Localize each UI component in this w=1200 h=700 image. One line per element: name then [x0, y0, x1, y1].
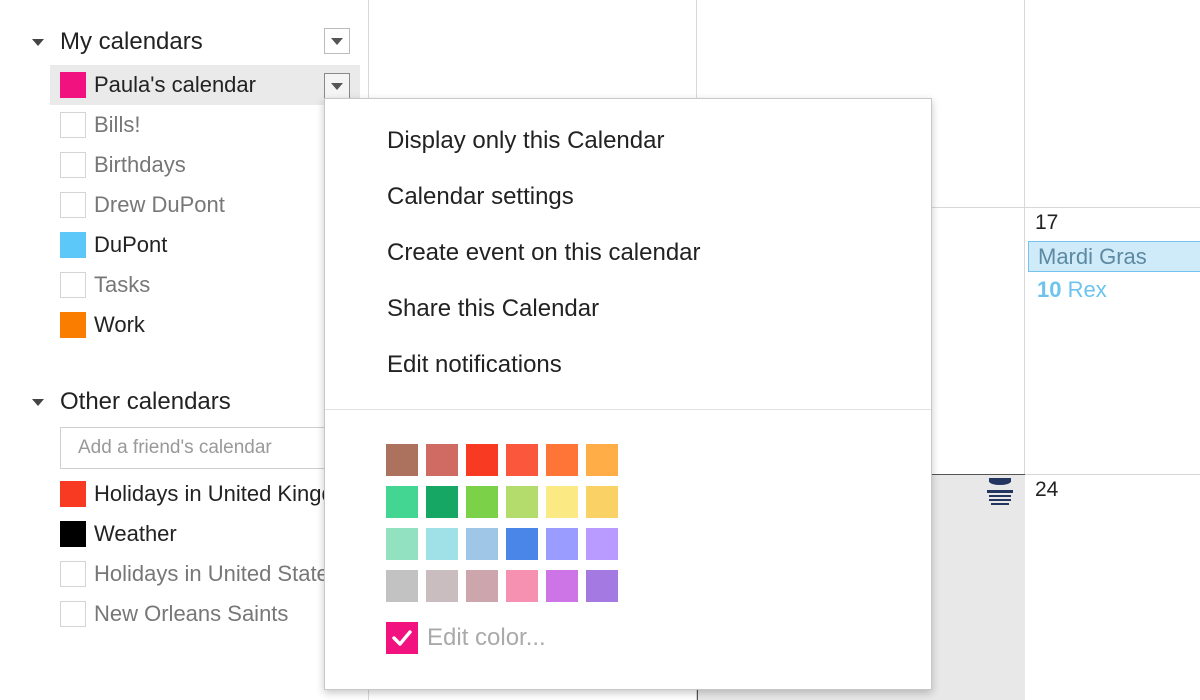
collapse-caret-icon [32, 38, 44, 46]
calendar-item-drew-dupont[interactable]: Drew DuPont [50, 185, 360, 225]
day-number-17[interactable]: 17 [1035, 211, 1058, 235]
add-friend-calendar-input[interactable] [60, 427, 330, 469]
collapse-caret-icon [32, 398, 44, 406]
event-title: Rex [1067, 277, 1107, 302]
calendar-color-swatch[interactable] [60, 72, 86, 98]
my-calendars-menu-button[interactable] [324, 28, 350, 54]
calendar-label: Paula's calendar [94, 72, 256, 97]
dropdown-arrow-icon [331, 37, 343, 45]
calendar-label: Work [94, 312, 145, 337]
color-swatch-option[interactable] [546, 528, 578, 560]
color-swatch-option[interactable] [426, 528, 458, 560]
color-swatch-option[interactable] [546, 444, 578, 476]
calendar-label: DuPont [94, 232, 168, 257]
palette-row [386, 570, 626, 602]
menu-item-create-event[interactable]: Create event on this calendar [387, 239, 701, 267]
day-number-24[interactable]: 24 [1035, 478, 1058, 502]
calendar-item-bills[interactable]: Bills! [50, 105, 360, 145]
calendar-options-button[interactable] [324, 73, 350, 99]
color-swatch-option[interactable] [546, 570, 578, 602]
palette-row [386, 486, 626, 518]
color-palette [386, 444, 626, 612]
menu-item-edit-notifications[interactable]: Edit notifications [387, 351, 562, 379]
other-calendars-toggle[interactable]: Other calendars [32, 388, 231, 416]
color-swatch-option[interactable] [546, 486, 578, 518]
other-calendars-title: Other calendars [60, 388, 231, 415]
calendar-label: Weather [94, 521, 177, 546]
color-swatch-option[interactable] [386, 570, 418, 602]
color-swatch-option[interactable] [466, 486, 498, 518]
event-mardi-gras[interactable]: Mardi Gras [1028, 241, 1200, 272]
edit-color-label: Edit color... [427, 624, 546, 651]
other-calendars-list: Holidays in United Kingdom Weather Holid… [50, 474, 330, 634]
calendar-checkbox[interactable] [60, 561, 86, 587]
color-swatch-option[interactable] [586, 570, 618, 602]
calendar-item-work[interactable]: Work [50, 305, 360, 345]
event-rex[interactable]: 10 Rex [1037, 277, 1107, 303]
calendar-item-new-orleans-saints[interactable]: New Orleans Saints [50, 594, 330, 634]
color-swatch-option[interactable] [386, 444, 418, 476]
palette-row [386, 444, 626, 476]
color-swatch-option[interactable] [386, 486, 418, 518]
calendar-app: 17 24 Mardi Gras 10 Rex My calendars Pau… [0, 0, 1200, 700]
color-swatch-option[interactable] [506, 444, 538, 476]
calendar-item-holidays-us[interactable]: Holidays in United States [50, 554, 330, 594]
color-swatch-option[interactable] [386, 528, 418, 560]
calendar-label: Tasks [94, 272, 151, 297]
calendar-item-birthdays[interactable]: Birthdays [50, 145, 360, 185]
calendar-label: Drew DuPont [94, 192, 225, 217]
calendar-label: Bills! [94, 112, 141, 137]
calendar-checkbox[interactable] [60, 272, 86, 298]
saints-team-icon [987, 478, 1013, 505]
menu-divider [325, 409, 931, 410]
edit-color-option[interactable]: Edit color... [386, 622, 546, 654]
calendar-item-holidays-uk[interactable]: Holidays in United Kingdom [50, 474, 330, 514]
my-calendars-toggle[interactable]: My calendars [32, 28, 203, 56]
palette-row [386, 528, 626, 560]
menu-item-calendar-settings[interactable]: Calendar settings [387, 183, 574, 211]
menu-item-share-calendar[interactable]: Share this Calendar [387, 295, 599, 323]
calendar-item-tasks[interactable]: Tasks [50, 265, 360, 305]
calendar-item-dupont[interactable]: DuPont [50, 225, 360, 265]
color-swatch-option[interactable] [506, 528, 538, 560]
calendar-label: Holidays in United States [94, 561, 330, 586]
calendar-context-menu: Display only this Calendar Calendar sett… [324, 98, 932, 690]
checkmark-icon [392, 630, 412, 646]
my-calendars-list: Paula's calendar Bills! Birthdays Drew D… [50, 65, 360, 345]
calendar-color-swatch[interactable] [60, 232, 86, 258]
menu-item-display-only[interactable]: Display only this Calendar [387, 127, 664, 155]
calendar-color-swatch[interactable] [60, 312, 86, 338]
calendar-color-swatch[interactable] [60, 481, 86, 507]
calendar-checkbox[interactable] [60, 152, 86, 178]
color-swatch-option[interactable] [506, 570, 538, 602]
calendar-color-swatch[interactable] [60, 521, 86, 547]
color-swatch-option[interactable] [426, 486, 458, 518]
calendar-label: Birthdays [94, 152, 186, 177]
dropdown-arrow-icon [331, 82, 343, 90]
calendar-label: New Orleans Saints [94, 601, 289, 626]
my-calendars-title: My calendars [60, 28, 203, 55]
event-time: 10 [1037, 277, 1062, 302]
color-swatch-option[interactable] [586, 528, 618, 560]
selected-color-check[interactable] [386, 622, 418, 654]
calendar-checkbox[interactable] [60, 601, 86, 627]
calendar-checkbox[interactable] [60, 112, 86, 138]
calendar-checkbox[interactable] [60, 192, 86, 218]
color-swatch-option[interactable] [466, 528, 498, 560]
calendar-item-pauls-calendar[interactable]: Paula's calendar [50, 65, 360, 105]
color-swatch-option[interactable] [506, 486, 538, 518]
color-swatch-option[interactable] [586, 486, 618, 518]
color-swatch-option[interactable] [466, 570, 498, 602]
calendar-label: Holidays in United Kingdom [94, 481, 330, 506]
calendar-item-weather[interactable]: Weather [50, 514, 330, 554]
color-swatch-option[interactable] [586, 444, 618, 476]
color-swatch-option[interactable] [426, 570, 458, 602]
color-swatch-option[interactable] [466, 444, 498, 476]
color-swatch-option[interactable] [426, 444, 458, 476]
